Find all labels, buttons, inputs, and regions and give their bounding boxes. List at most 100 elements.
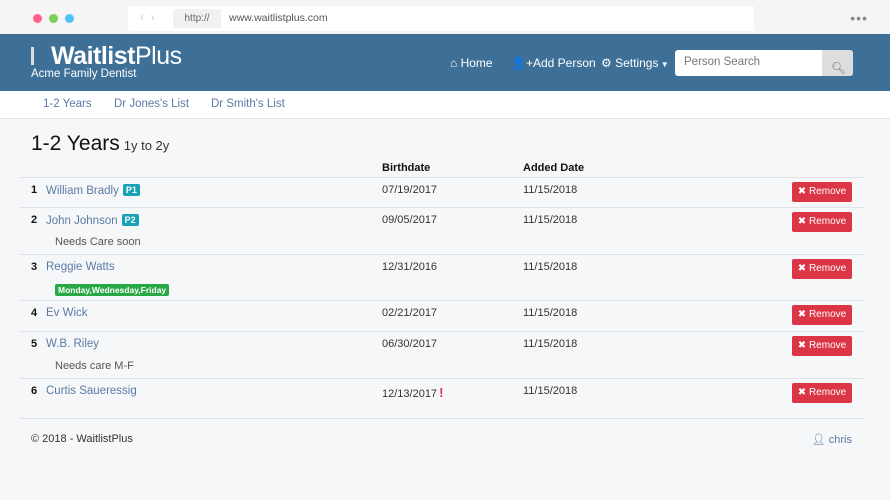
remove-button[interactable]: ✖ Remove [792,182,852,202]
home-icon: ⌂ [450,56,458,70]
added-date: 11/15/2018 [523,338,578,350]
remove-label: Remove [808,309,847,320]
table-row: 3 Reggie Watts Monday,Wednesday,Friday 12/… [20,254,864,300]
col-added-date: Added Date [523,162,585,174]
close-icon: ✖ [797,186,807,197]
url-text[interactable]: www.waitlistplus.com [229,12,328,24]
back-forward-icon[interactable]: ‹ › [140,10,155,24]
added-date: 11/15/2018 [523,307,578,319]
browser-chrome: ‹ › http:// www.waitlistplus.com ••• [0,0,890,34]
person-name-link[interactable]: Curtis Saueressig [46,385,137,397]
birthdate-value: 06/30/2017 [382,338,438,350]
nav-settings[interactable]: ⚙ Settings ▼ [601,56,669,70]
person-name: Curtis Saueressig [46,385,137,397]
person-name: W.B. Riley [46,338,100,350]
person-name-link[interactable]: John Johnson P2 [46,214,139,227]
birthdate-value: 07/19/2017 [382,184,438,196]
remove-label: Remove [808,387,847,398]
close-icon: ✖ [797,216,807,227]
tab-1-2-years[interactable]: 1-2 Years [43,98,92,110]
hourglass-icon [31,47,49,65]
person-name: John Johnson [46,215,118,227]
close-icon: ✖ [797,263,807,274]
person-name-link[interactable]: William Bradly P1 [46,184,140,197]
list-title: 1-2 Years [31,132,120,155]
remove-button[interactable]: ✖ Remove [792,212,852,232]
birthdate-value: 09/05/2017 [382,214,438,226]
table-row: 1 William Bradly P1 07/19/2017 11/15/2018 … [20,177,864,207]
close-icon: ✖ [797,387,807,398]
added-date: 11/15/2018 [523,385,578,397]
availability-badge: Monday,Wednesday,Friday [55,284,170,296]
person-search-input[interactable]: Person Search 🔍︎ [675,50,853,76]
address-bar[interactable]: ‹ › http:// www.waitlistplus.com [128,6,754,31]
remove-label: Remove [808,263,847,274]
birthdate: 12/31/2016 [382,261,437,273]
nav-home-label: Home [460,56,493,70]
close-icon: ✖ [797,340,807,351]
protocol-label: http:// [173,9,221,28]
table-row: 2 John Johnson P2 Needs Care soon 09/05/201… [20,207,864,254]
person-name: Reggie Watts [46,261,115,273]
close-window-icon[interactable] [33,14,42,23]
remove-button[interactable]: ✖ Remove [792,305,852,325]
nav-add-person[interactable]: 👤+Add Person [511,56,596,70]
person-name-link[interactable]: Ev Wick [46,307,88,319]
birthdate: 02/21/2017 [382,307,437,319]
close-icon: ✖ [797,309,807,320]
app-header: WaitlistPlus Acme Family Dentist ⌂ Home … [0,34,890,91]
remove-button[interactable]: ✖ Remove [792,259,852,279]
logo-bold: Waitlist [51,42,135,70]
remove-button[interactable]: ✖ Remove [792,336,852,356]
table-row: 6 Curtis Saueressig 12/13/2017! 11/15/201… [20,378,864,418]
user-plus-icon: 👤+ [511,56,533,70]
caret-down-icon: ▼ [658,60,669,69]
user-icon: 👤︎ [811,434,826,446]
user-name: chris [828,434,852,446]
row-number: 4 [31,307,38,319]
minimize-window-icon[interactable] [49,14,58,23]
birthdate-value: 12/13/2017 [382,388,438,400]
row-number: 6 [31,385,38,397]
maximize-window-icon[interactable] [65,14,74,23]
search-icon: 🔍︎ [831,63,846,75]
nav-add-person-label: Add Person [532,56,596,70]
table-row: 5 W.B. Riley Needs care M-F 06/30/2017 11/… [20,331,864,378]
added-date: 11/15/2018 [523,261,578,273]
nav-home[interactable]: ⌂ Home [450,56,493,70]
row-number: 2 [31,214,38,226]
table-row: 4 Ev Wick 02/21/2017 11/15/2018 ✖ Remove [20,300,864,331]
row-number: 1 [31,184,38,196]
gear-icon: ⚙ [601,56,612,70]
page-title: 1-2 Years 1y to 2y [31,132,169,156]
person-name-link[interactable]: Reggie Watts [46,261,115,273]
practice-name: Acme Family Dentist [31,68,137,80]
remove-button[interactable]: ✖ Remove [792,383,852,403]
birthdate-value: 02/21/2017 [382,307,438,319]
person-note: Needs Care soon [55,236,141,248]
remove-label: Remove [808,340,847,351]
logo[interactable]: WaitlistPlus [31,42,182,71]
added-date: 11/15/2018 [523,214,578,226]
divider [20,418,864,419]
search-button[interactable]: 🔍︎ [822,50,853,76]
person-name: Ev Wick [46,307,88,319]
list-tabs: 1-2 Years Dr Jones's List Dr Smith's Lis… [0,91,890,119]
list-subtitle: 1y to 2y [123,138,170,153]
footer-copyright: © 2018 - WaitlistPlus [31,433,133,445]
remove-label: Remove [808,186,847,197]
birthdate: 09/05/2017 [382,214,437,226]
current-user[interactable]: 👤︎ chris [812,433,852,446]
row-number: 5 [31,338,38,350]
search-placeholder: Person Search [684,56,761,68]
priority-badge: P1 [122,184,140,196]
tab-dr-jones[interactable]: Dr Jones's List [114,98,189,110]
col-birthdate: Birthdate [382,162,431,174]
warning-icon: ! [439,385,444,400]
added-date: 11/15/2018 [523,184,578,196]
more-icon[interactable]: ••• [850,10,868,26]
person-name-link[interactable]: W.B. Riley [46,338,99,350]
nav-settings-label: Settings [615,56,659,70]
tab-dr-smith[interactable]: Dr Smith's List [211,98,285,110]
birthdate-value: 12/31/2016 [382,261,438,273]
